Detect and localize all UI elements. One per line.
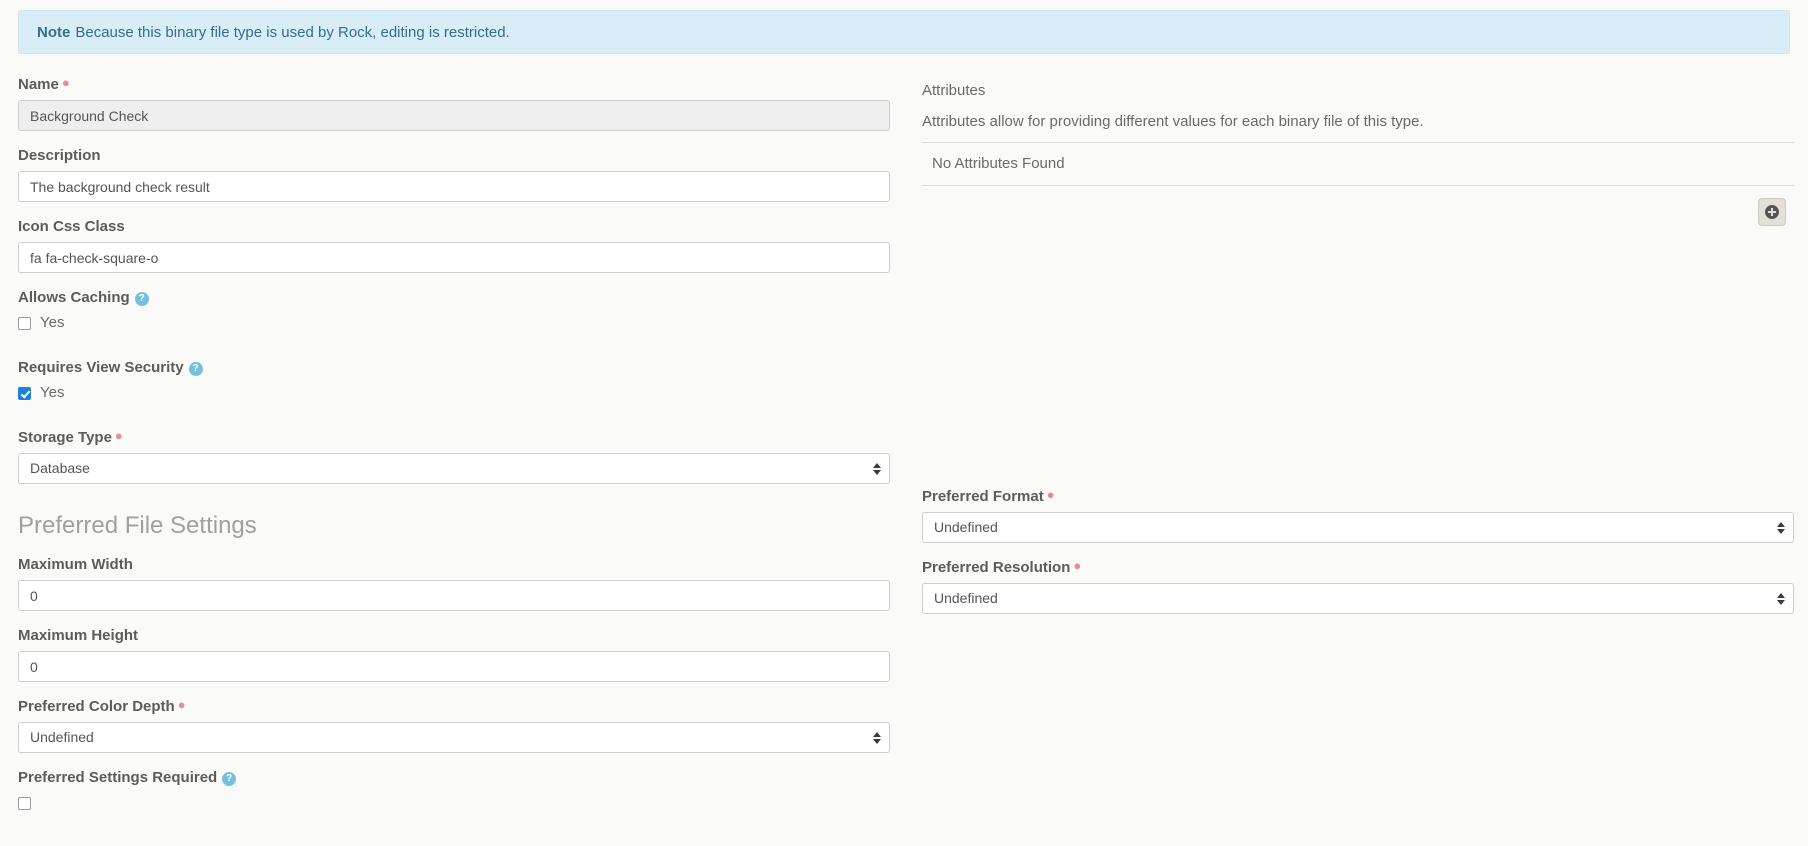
left-column: Name● Description Icon Css Class Allows … <box>18 76 890 829</box>
requires-view-security-checkbox-label[interactable]: Yes <box>40 385 64 401</box>
attributes-description: Attributes allow for providing different… <box>922 112 1794 132</box>
preferred-color-depth-required-indicator: ● <box>178 697 186 712</box>
right-column: Attributes Attributes allow for providin… <box>922 76 1794 630</box>
field-requires-view-security: Requires View Security? Yes <box>18 359 890 403</box>
preferred-color-depth-label-text: Preferred Color Depth <box>18 698 175 715</box>
preferred-resolution-label-text: Preferred Resolution <box>922 559 1070 576</box>
name-label: Name● <box>18 76 890 94</box>
maximum-height-label: Maximum Height <box>18 627 890 645</box>
name-input[interactable] <box>18 100 890 131</box>
preferred-format-label: Preferred Format● <box>922 488 1794 506</box>
field-name: Name● <box>18 76 890 131</box>
preferred-settings-required-checkbox-row[interactable] <box>18 793 890 813</box>
preferred-settings-required-label: Preferred Settings Required? <box>18 769 890 787</box>
maximum-width-input[interactable] <box>18 580 890 611</box>
storage-type-required-indicator: ● <box>115 428 123 443</box>
storage-type-select[interactable]: Database <box>18 453 890 484</box>
plus-circle-icon <box>1765 205 1779 219</box>
field-icon-css-class: Icon Css Class <box>18 218 890 273</box>
preferred-format-select[interactable]: Undefined <box>922 512 1794 543</box>
preferred-format-label-text: Preferred Format <box>922 488 1044 505</box>
binary-file-type-edit-page: Note Because this binary file type is us… <box>0 0 1808 846</box>
field-storage-type: Storage Type● Database <box>18 429 890 484</box>
attributes-label: Attributes <box>922 82 1794 100</box>
icon-css-class-input[interactable] <box>18 242 890 273</box>
name-required-indicator: ● <box>62 75 70 90</box>
preferred-resolution-select[interactable]: Undefined <box>922 583 1794 614</box>
right-column-spacer <box>922 226 1794 488</box>
field-maximum-width: Maximum Width <box>18 556 890 611</box>
preferred-color-depth-label: Preferred Color Depth● <box>18 698 890 716</box>
preferred-file-settings-heading: Preferred File Settings <box>18 512 890 540</box>
requires-view-security-checkbox[interactable] <box>18 387 31 400</box>
preferred-format-required-indicator: ● <box>1047 487 1055 502</box>
allows-caching-label-text: Allows Caching <box>18 289 130 306</box>
description-label: Description <box>18 147 890 165</box>
maximum-width-label: Maximum Width <box>18 556 890 574</box>
field-preferred-format: Preferred Format● Undefined <box>922 488 1794 543</box>
field-preferred-color-depth: Preferred Color Depth● Undefined <box>18 698 890 753</box>
storage-type-label-text: Storage Type <box>18 429 112 446</box>
allows-caching-label: Allows Caching? <box>18 289 890 307</box>
preferred-settings-required-checkbox[interactable] <box>18 797 31 810</box>
maximum-height-input[interactable] <box>18 651 890 682</box>
preferred-resolution-select-wrap: Undefined <box>922 583 1794 614</box>
field-description: Description <box>18 147 890 202</box>
allows-caching-checkbox[interactable] <box>18 317 31 330</box>
preferred-format-select-wrap: Undefined <box>922 512 1794 543</box>
attributes-empty-message: No Attributes Found <box>932 155 1794 173</box>
name-label-text: Name <box>18 76 59 93</box>
restricted-edit-note: Note Because this binary file type is us… <box>18 10 1790 54</box>
help-circle-icon[interactable]: ? <box>189 362 203 376</box>
form-columns: Name● Description Icon Css Class Allows … <box>18 76 1790 829</box>
preferred-settings-required-label-text: Preferred Settings Required <box>18 769 217 786</box>
requires-view-security-checkbox-row[interactable]: Yes <box>18 383 890 403</box>
preferred-color-depth-select[interactable]: Undefined <box>18 722 890 753</box>
attributes-grid: No Attributes Found <box>922 142 1794 186</box>
field-preferred-settings-required: Preferred Settings Required? <box>18 769 890 813</box>
field-maximum-height: Maximum Height <box>18 627 890 682</box>
allows-caching-checkbox-label[interactable]: Yes <box>40 315 64 331</box>
help-circle-icon[interactable]: ? <box>222 772 236 786</box>
add-attribute-button[interactable] <box>1758 198 1786 226</box>
storage-type-label: Storage Type● <box>18 429 890 447</box>
attributes-actions <box>922 198 1794 226</box>
icon-css-class-label: Icon Css Class <box>18 218 890 236</box>
preferred-resolution-required-indicator: ● <box>1073 558 1081 573</box>
requires-view-security-label: Requires View Security? <box>18 359 890 377</box>
preferred-resolution-label: Preferred Resolution● <box>922 559 1794 577</box>
field-preferred-resolution: Preferred Resolution● Undefined <box>922 559 1794 614</box>
preferred-color-depth-select-wrap: Undefined <box>18 722 890 753</box>
description-input[interactable] <box>18 171 890 202</box>
allows-caching-checkbox-row[interactable]: Yes <box>18 313 890 333</box>
note-strong-label: Note <box>37 22 70 43</box>
field-allows-caching: Allows Caching? Yes <box>18 289 890 333</box>
requires-view-security-label-text: Requires View Security <box>18 359 184 376</box>
help-circle-icon[interactable]: ? <box>135 292 149 306</box>
note-message: Because this binary file type is used by… <box>75 22 509 43</box>
storage-type-select-wrap: Database <box>18 453 890 484</box>
